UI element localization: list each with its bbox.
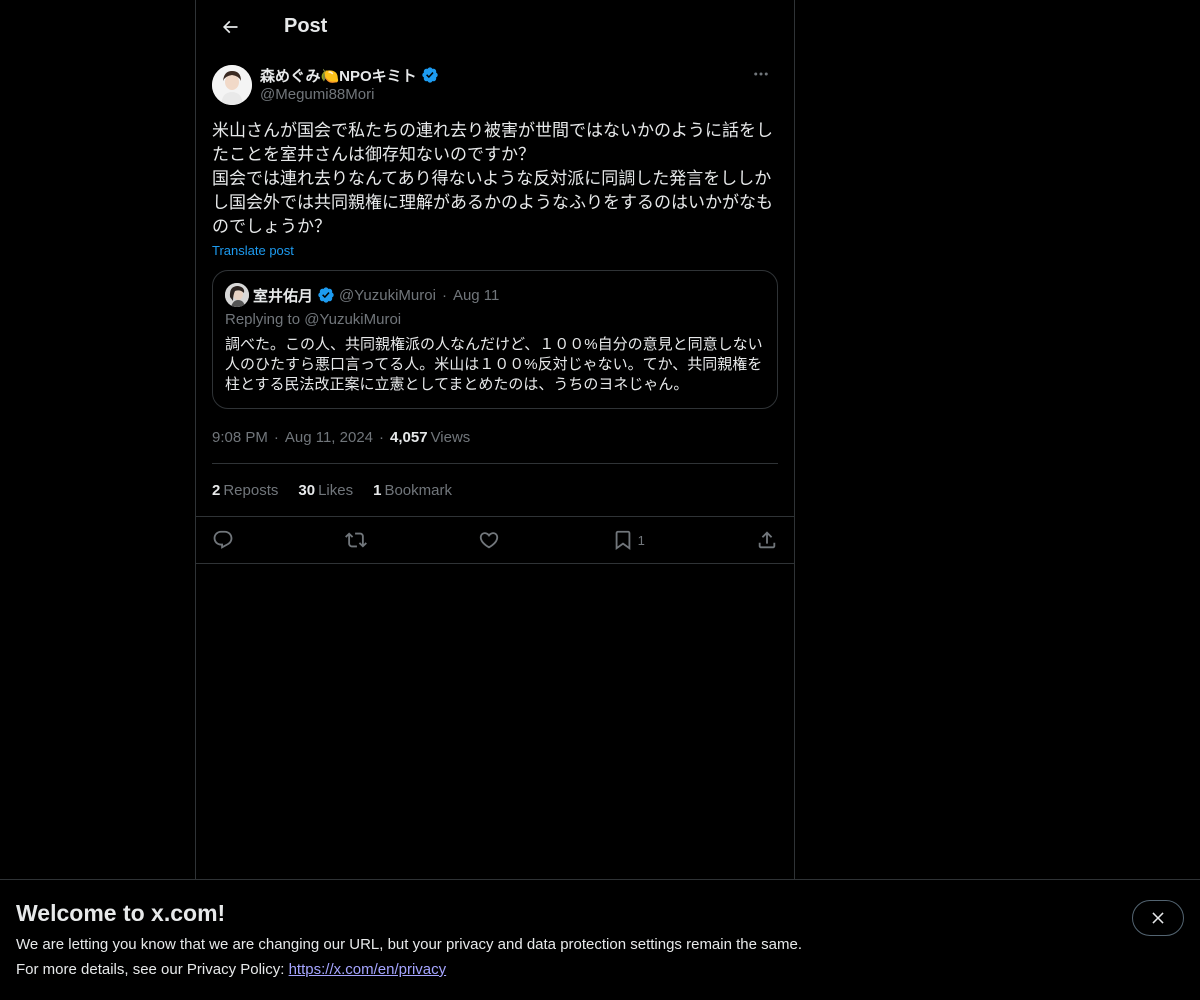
post-date[interactable]: Aug 11, 2024 bbox=[285, 429, 373, 446]
reposts-count: 2 bbox=[212, 481, 221, 499]
like-button[interactable] bbox=[478, 523, 500, 557]
main-column: Post 森めぐみ🍋NPOキミト @Megumi88Mori 米山さんが国会で私… bbox=[195, 0, 795, 880]
quote-verified-badge-icon bbox=[317, 286, 335, 304]
quote-separator: · bbox=[441, 286, 447, 304]
post-text: 米山さんが国会で私たちの連れ去り被害が世間ではないかのように話をしたことを室井さ… bbox=[212, 121, 773, 236]
close-banner-button[interactable] bbox=[1132, 900, 1184, 936]
quote-text: 調べた。この人、共同親権派の人なんだけど、１００%自分の意見と同意しない人のひた… bbox=[225, 336, 763, 393]
post-time[interactable]: 9:08 PM bbox=[212, 429, 268, 446]
views-label: Views bbox=[430, 428, 471, 446]
reply-icon bbox=[213, 530, 233, 549]
more-dots-icon bbox=[754, 72, 768, 76]
more-options-button[interactable] bbox=[744, 57, 778, 91]
url-change-banner: Welcome to x.com! We are letting you kno… bbox=[0, 879, 1200, 1000]
close-icon bbox=[1152, 912, 1164, 924]
author-name-line: 森めぐみ🍋NPOキミト bbox=[260, 65, 744, 85]
back-button[interactable] bbox=[212, 9, 248, 45]
quote-avatar bbox=[225, 283, 249, 307]
action-bar: 1 bbox=[196, 516, 794, 564]
page-header: Post bbox=[196, 0, 794, 53]
author-row: 森めぐみ🍋NPOキミト @Megumi88Mori bbox=[212, 65, 778, 113]
quote-author-name: 室井佑月 bbox=[253, 287, 314, 305]
bookmark-icon bbox=[615, 530, 630, 551]
quoted-post[interactable]: 室井佑月 @YuzukiMuroi · Aug 11 Replying to @… bbox=[212, 270, 778, 409]
bookmarks-count: 1 bbox=[373, 481, 382, 499]
translate-post-link[interactable]: Translate post bbox=[212, 243, 294, 258]
bookmark-count: 1 bbox=[637, 532, 645, 548]
bookmarks-stat[interactable]: 1 Bookmark bbox=[373, 482, 452, 499]
reposts-label: Reposts bbox=[223, 481, 279, 499]
quote-replying-to: Replying to @YuzukiMuroi bbox=[225, 311, 402, 328]
quote-avatar-image-icon bbox=[225, 283, 249, 307]
quote-date: Aug 11 bbox=[452, 286, 500, 304]
banner-message: We are letting you know that we are chan… bbox=[16, 936, 802, 953]
repost-button[interactable] bbox=[345, 523, 368, 557]
repost-icon bbox=[345, 532, 368, 548]
likes-label: Likes bbox=[318, 481, 354, 499]
author-handle[interactable]: @Megumi88Mori bbox=[260, 86, 744, 103]
banner-title: Welcome to x.com! bbox=[16, 900, 226, 926]
banner-policy-prefix: For more details, see our Privacy Policy… bbox=[16, 961, 289, 978]
likes-stat[interactable]: 30 Likes bbox=[298, 482, 353, 499]
heart-icon bbox=[480, 532, 499, 549]
meta-separator: · bbox=[273, 428, 279, 446]
reposts-stat[interactable]: 2 Reposts bbox=[212, 482, 278, 499]
meta-separator: · bbox=[379, 428, 385, 446]
bookmarks-label: Bookmark bbox=[384, 481, 452, 499]
bookmark-button[interactable]: 1 bbox=[612, 523, 645, 557]
reply-button[interactable] bbox=[212, 523, 234, 557]
post: 森めぐみ🍋NPOキミト @Megumi88Mori 米山さんが国会で私たちの連れ… bbox=[196, 53, 794, 564]
author-name[interactable]: 森めぐみ🍋NPOキミト bbox=[260, 65, 417, 86]
verified-badge-icon bbox=[421, 66, 439, 84]
avatar[interactable] bbox=[212, 65, 252, 105]
avatar-image-icon bbox=[212, 65, 252, 105]
post-meta: 9:08 PM · Aug 11, 2024 · 4,057 Views bbox=[212, 427, 778, 447]
share-icon bbox=[758, 531, 776, 549]
quote-header: 室井佑月 @YuzukiMuroi · Aug 11 bbox=[225, 283, 765, 307]
author-info: 森めぐみ🍋NPOキミト @Megumi88Mori bbox=[260, 65, 744, 103]
share-button[interactable] bbox=[756, 523, 778, 557]
quote-author-handle: @YuzukiMuroi bbox=[339, 286, 436, 304]
views-count: 4,057 bbox=[390, 428, 428, 446]
arrow-left-icon bbox=[222, 20, 238, 33]
page-title: Post bbox=[284, 15, 328, 37]
banner-policy-line: For more details, see our Privacy Policy… bbox=[16, 962, 1184, 977]
privacy-policy-link[interactable]: https://x.com/en/privacy bbox=[289, 961, 447, 978]
likes-count: 30 bbox=[298, 481, 316, 499]
engagement-stats: 2 Reposts 30 Likes 1 Bookmark bbox=[212, 464, 778, 516]
